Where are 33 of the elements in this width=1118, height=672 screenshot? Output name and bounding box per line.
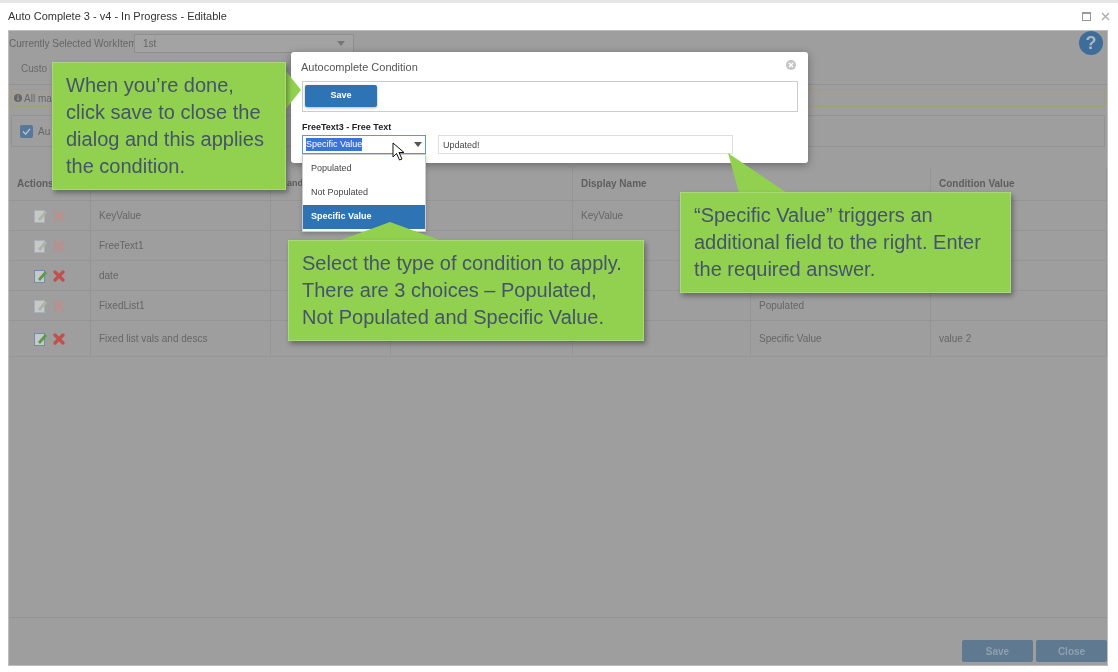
caret-icon xyxy=(337,40,345,46)
callout-note: When you’re done, click save to close the dialog and this applies the condition. xyxy=(52,62,286,190)
delete-icon[interactable] xyxy=(53,299,65,312)
maximize-icon[interactable] xyxy=(1082,12,1091,21)
window-title: Auto Complete 3 - v4 - In Progress - Editable xyxy=(8,9,228,25)
field-label: FreeText3 - Free Text xyxy=(302,121,392,134)
delete-icon[interactable] xyxy=(53,332,65,345)
info-icon xyxy=(14,94,22,102)
input-field[interactable]: Updated! xyxy=(438,135,733,154)
checkbox-label: Au xyxy=(38,124,51,139)
condition-select[interactable]: Specific Value xyxy=(302,135,426,154)
checkbox[interactable] xyxy=(20,124,33,138)
close-icon[interactable] xyxy=(1101,12,1110,21)
edit-icon[interactable] xyxy=(34,208,47,223)
dialog-title: Autocomplete Condition xyxy=(301,60,418,75)
table-cell: FixedList1 xyxy=(91,291,271,321)
delete-icon[interactable] xyxy=(53,269,65,282)
dropdown-option[interactable]: Populated xyxy=(303,157,425,181)
close-icon[interactable] xyxy=(786,60,796,70)
edit-icon[interactable] xyxy=(34,298,47,313)
dropdown-option[interactable]: Specific Value xyxy=(303,205,425,229)
edit-icon[interactable] xyxy=(34,238,47,253)
edit-icon[interactable] xyxy=(34,331,47,346)
edit-icon[interactable] xyxy=(34,268,47,283)
delete-icon[interactable] xyxy=(53,239,65,252)
dropdown-option[interactable]: Not Populated xyxy=(303,181,425,205)
workitem-select[interactable]: 1st xyxy=(134,33,354,53)
caret-icon xyxy=(414,142,422,147)
delete-icon[interactable] xyxy=(53,209,65,222)
table-cell: KeyValue xyxy=(91,201,271,231)
table-cell: FreeText1 xyxy=(91,231,271,261)
save-button[interactable]: Save xyxy=(305,85,377,107)
help-button[interactable]: ? xyxy=(1079,31,1103,55)
